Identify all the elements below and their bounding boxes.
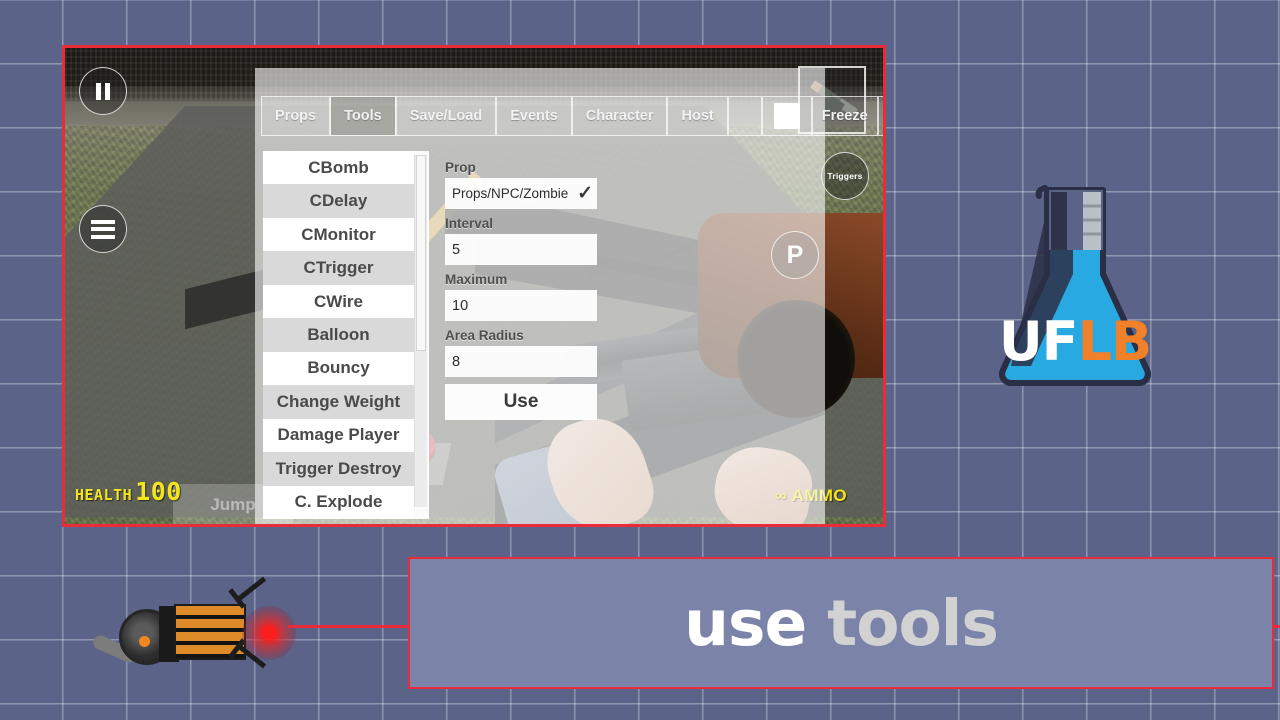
freeze-prop-checkbox[interactable] xyxy=(774,103,800,129)
logo-text-b: LB xyxy=(1078,310,1152,373)
tab-character[interactable]: Character xyxy=(572,96,668,136)
tab-tools[interactable]: Tools xyxy=(330,96,396,136)
overlay-tab-strip: Props Tools Save/Load Events Character H… xyxy=(261,96,886,136)
gun-muzzle-light xyxy=(139,636,150,647)
use-button[interactable]: Use xyxy=(445,384,597,420)
triggers-button[interactable]: Triggers xyxy=(821,152,869,200)
list-item[interactable]: Change Weight xyxy=(263,385,414,418)
prop-select-value: Props/NPC/Zombie xyxy=(452,186,568,201)
hamburger-menu-icon xyxy=(91,220,115,239)
list-item[interactable]: Damage Player xyxy=(263,419,414,452)
gravity-gun-icon xyxy=(86,576,312,688)
interval-field-label: Interval xyxy=(445,216,597,231)
tab-props[interactable]: Props xyxy=(261,96,330,136)
list-item[interactable]: CTrigger xyxy=(263,251,414,284)
freeze-label: Freeze xyxy=(812,96,878,136)
tools-list[interactable]: CBomb CDelay CMonitor CTrigger CWire Bal… xyxy=(263,151,414,519)
tools-list-scrollbar[interactable] xyxy=(414,155,427,507)
health-label: HEALTH xyxy=(75,486,132,504)
list-item[interactable]: Balloon xyxy=(263,318,414,351)
interval-input[interactable]: 5 xyxy=(445,234,597,265)
list-item[interactable]: Trigger Destroy xyxy=(263,452,414,485)
list-item[interactable]: CMonitor xyxy=(263,218,414,251)
list-item[interactable]: CBomb xyxy=(263,151,414,184)
tab-host[interactable]: Host xyxy=(667,96,727,136)
logo-text-a: UF xyxy=(999,310,1078,373)
list-item[interactable]: CDelay xyxy=(263,184,414,217)
health-value: 100 xyxy=(135,477,182,506)
freeze-prop-checkbox-cell[interactable] xyxy=(762,96,812,136)
health-readout: HEALTH 100 xyxy=(75,477,182,506)
pause-icon xyxy=(96,83,110,100)
maximum-field-label: Maximum xyxy=(445,272,597,287)
caption-word-b: tools xyxy=(827,587,998,660)
page-root: Delay-1 Delay-1 Delay-1 Triggers P Jump … xyxy=(0,0,1280,720)
gun-energy-glow xyxy=(242,606,296,660)
caption-text: use tools xyxy=(684,587,998,660)
gun-claw xyxy=(238,577,266,601)
vflb-logo: UFLB xyxy=(985,176,1165,391)
chevron-down-icon: ✓ xyxy=(577,184,593,203)
list-item[interactable]: C. Explode xyxy=(263,486,414,519)
tab-save-load[interactable]: Save/Load xyxy=(396,96,497,136)
menu-button[interactable] xyxy=(79,205,127,253)
tool-settings-form: Prop Props/NPC/Zombie ✓ Interval 5 Maxim… xyxy=(445,160,597,420)
prop-select[interactable]: Props/NPC/Zombie ✓ xyxy=(445,178,597,209)
prop-field-label: Prop xyxy=(445,160,597,175)
tab-events[interactable]: Events xyxy=(496,96,572,136)
tool-overlay-panel: Props Tools Save/Load Events Character H… xyxy=(255,68,825,526)
list-item[interactable]: CWire xyxy=(263,285,414,318)
area-radius-input[interactable]: 8 xyxy=(445,346,597,377)
list-item[interactable]: Bouncy xyxy=(263,352,414,385)
caption-banner: use tools xyxy=(408,557,1274,689)
game-screenshot-frame: Delay-1 Delay-1 Delay-1 Triggers P Jump … xyxy=(62,45,886,527)
maximum-input[interactable]: 10 xyxy=(445,290,597,321)
prop-label-cell: Prop xyxy=(878,96,886,136)
tab-spacer xyxy=(728,96,762,136)
tools-list-container: CBomb CDelay CMonitor CTrigger CWire Bal… xyxy=(263,151,429,519)
pause-button[interactable] xyxy=(79,67,127,115)
scrollbar-thumb[interactable] xyxy=(416,155,426,351)
caption-word-a: use xyxy=(684,587,806,660)
logo-wordmark: UFLB xyxy=(985,310,1165,373)
area-radius-field-label: Area Radius xyxy=(445,328,597,343)
